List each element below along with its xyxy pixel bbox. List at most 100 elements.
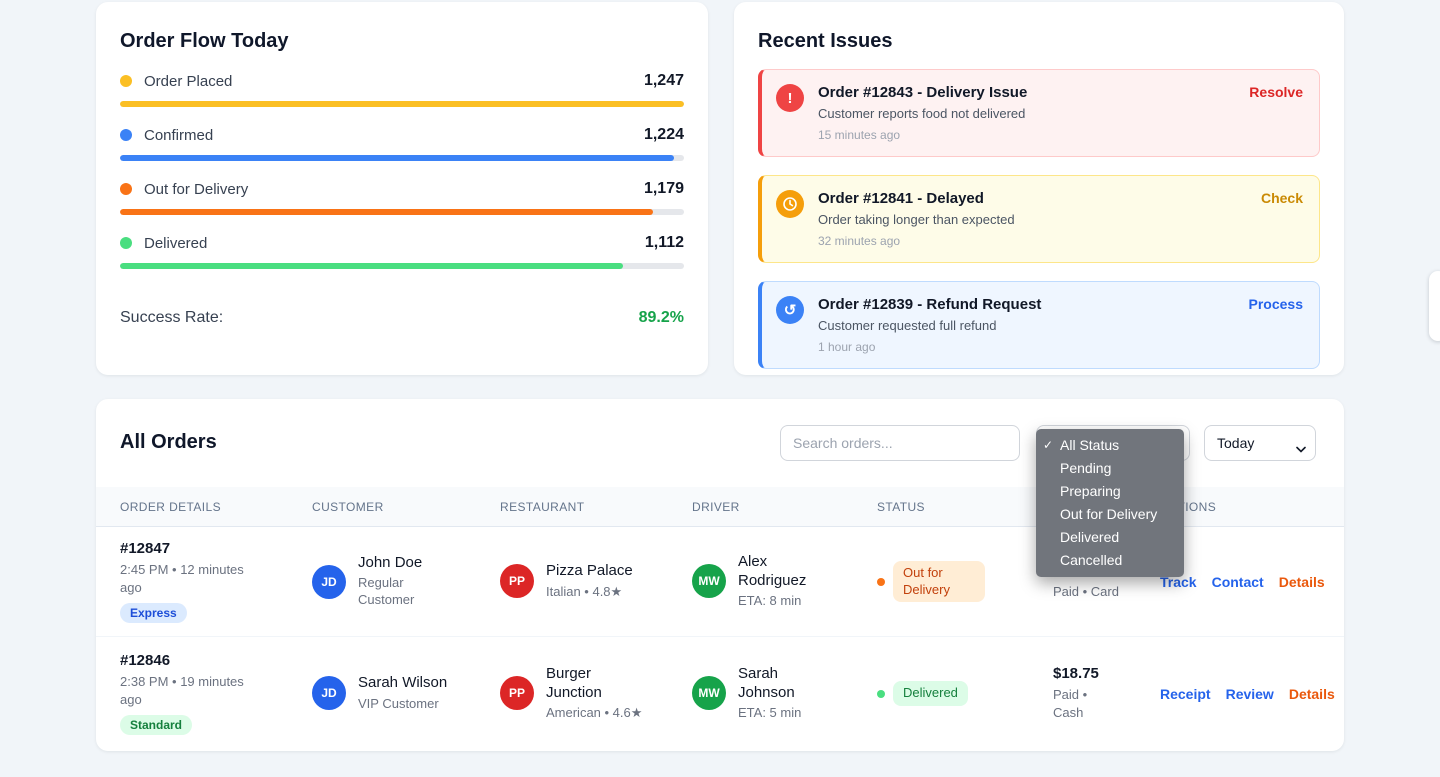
order-flow-title: Order Flow Today xyxy=(120,30,684,53)
status-dropdown-menu: ✓ All Status Pending Preparing Out for D… xyxy=(1036,429,1184,577)
order-flow-list: Order Placed 1,247 Confirmed 1,224 Out f… xyxy=(120,72,684,269)
progress-track xyxy=(120,101,684,107)
progress-fill xyxy=(120,263,623,269)
issue-delayed: Order #12841 - Delayed Order taking long… xyxy=(758,175,1320,263)
order-placed-dot-icon xyxy=(120,75,132,87)
progress-fill xyxy=(120,101,684,107)
flow-item-confirmed: Confirmed 1,224 xyxy=(120,126,684,161)
table-row: #12846 2:38 PM • 19 minutes ago Standard… xyxy=(96,637,1344,750)
issue-delivery-issue: ! Order #12843 - Delivery Issue Customer… xyxy=(758,69,1320,157)
recent-issues-card: Recent Issues ! Order #12843 - Delivery … xyxy=(734,2,1344,375)
customer-name: John Doe xyxy=(358,554,448,573)
alert-icon: ! xyxy=(776,84,804,112)
details-button[interactable]: Details xyxy=(1289,686,1335,702)
column-header-restaurant: RESTAURANT xyxy=(500,500,692,514)
driver-cell: MW Sarah Johnson ETA: 5 min xyxy=(692,665,877,722)
restaurant-meta: Italian • 4.8★ xyxy=(546,584,646,601)
order-id: #12846 xyxy=(120,652,312,669)
review-button[interactable]: Review xyxy=(1226,686,1274,702)
order-total: $18.75 xyxy=(1053,665,1160,682)
confirmed-dot-icon xyxy=(120,129,132,141)
dropdown-option-label: Delivered xyxy=(1060,529,1119,545)
status-badge: Out for Delivery xyxy=(893,561,985,602)
total-cell: $18.75 Paid • Cash xyxy=(1053,665,1160,721)
flow-value: 1,112 xyxy=(645,234,684,252)
issue-description: Customer reports food not delivered xyxy=(818,106,1229,121)
recent-issues-title: Recent Issues xyxy=(758,30,1320,53)
status-cell: Out for Delivery xyxy=(877,561,1053,602)
date-filter-select[interactable]: Today xyxy=(1204,425,1316,461)
dropdown-option-label: Out for Delivery xyxy=(1060,506,1157,522)
payment-method: Paid • Card xyxy=(1053,583,1160,601)
out-for-delivery-dot-icon xyxy=(120,183,132,195)
search-input[interactable] xyxy=(780,425,1020,461)
column-header-actions: ACTIONS xyxy=(1160,500,1320,514)
date-filter-value: Today xyxy=(1217,435,1254,451)
dropdown-option-label: Preparing xyxy=(1060,483,1121,499)
status-dot-icon xyxy=(877,578,885,586)
driver-name: Sarah Johnson xyxy=(738,665,830,703)
actions-cell: Receipt Review Details xyxy=(1160,686,1335,702)
flow-value: 1,247 xyxy=(644,72,684,90)
flow-label: Order Placed xyxy=(144,73,232,90)
clock-icon xyxy=(776,190,804,218)
flow-item-order-placed: Order Placed 1,247 xyxy=(120,72,684,107)
status-cell: Delivered xyxy=(877,681,1053,705)
dropdown-option-all-status[interactable]: ✓ All Status xyxy=(1036,434,1184,457)
order-flow-card: Order Flow Today Order Placed 1,247 Conf… xyxy=(96,2,708,375)
driver-name: Alex Rodriguez xyxy=(738,553,830,591)
checkmark-icon: ✓ xyxy=(1043,434,1053,457)
restaurant-avatar: PP xyxy=(500,676,534,710)
issue-time: 15 minutes ago xyxy=(818,128,1229,142)
restaurant-name: Pizza Palace xyxy=(546,562,646,581)
details-button[interactable]: Details xyxy=(1279,574,1325,590)
actions-cell: Track Contact Details xyxy=(1160,574,1325,590)
dropdown-option-delivered[interactable]: Delivered xyxy=(1036,526,1184,549)
refund-icon: ↺ xyxy=(776,296,804,324)
contact-button[interactable]: Contact xyxy=(1212,574,1264,590)
progress-track xyxy=(120,209,684,215)
flow-label: Out for Delivery xyxy=(144,181,248,198)
success-rate-value: 89.2% xyxy=(639,309,684,327)
dropdown-option-preparing[interactable]: Preparing xyxy=(1036,480,1184,503)
dropdown-option-label: Cancelled xyxy=(1060,552,1122,568)
driver-eta: ETA: 5 min xyxy=(738,705,830,722)
receipt-button[interactable]: Receipt xyxy=(1160,686,1211,702)
status-dot-icon xyxy=(877,690,885,698)
restaurant-meta: American • 4.6★ xyxy=(546,705,646,722)
dropdown-option-pending[interactable]: Pending xyxy=(1036,457,1184,480)
dropdown-option-cancelled[interactable]: Cancelled xyxy=(1036,549,1184,572)
priority-badge: Standard xyxy=(120,715,192,735)
issue-title: Order #12843 - Delivery Issue xyxy=(818,84,1229,101)
scroll-indicator[interactable] xyxy=(1429,271,1440,341)
customer-cell: JD Sarah Wilson VIP Customer xyxy=(312,674,500,713)
chevron-down-icon xyxy=(1296,440,1306,456)
all-orders-title: All Orders xyxy=(120,431,217,454)
customer-avatar: JD xyxy=(312,676,346,710)
check-button[interactable]: Check xyxy=(1261,190,1303,206)
issue-title: Order #12839 - Refund Request xyxy=(818,296,1229,313)
order-time: 2:38 PM • 19 minutes ago xyxy=(120,673,252,708)
issue-title: Order #12841 - Delayed xyxy=(818,190,1229,207)
order-id: #12847 xyxy=(120,540,312,557)
progress-track xyxy=(120,263,684,269)
customer-cell: JD John Doe Regular Customer xyxy=(312,554,500,610)
restaurant-cell: PP Pizza Palace Italian • 4.8★ xyxy=(500,562,692,601)
dropdown-option-label: All Status xyxy=(1060,437,1119,453)
driver-cell: MW Alex Rodriguez ETA: 8 min xyxy=(692,553,877,610)
restaurant-avatar: PP xyxy=(500,564,534,598)
flow-value: 1,179 xyxy=(644,180,684,198)
dropdown-option-out-for-delivery[interactable]: Out for Delivery xyxy=(1036,503,1184,526)
process-button[interactable]: Process xyxy=(1249,296,1303,312)
issue-time: 1 hour ago xyxy=(818,340,1229,354)
flow-value: 1,224 xyxy=(644,126,684,144)
customer-name: Sarah Wilson xyxy=(358,674,448,693)
flow-label: Confirmed xyxy=(144,127,213,144)
column-header-customer: CUSTOMER xyxy=(312,500,500,514)
status-badge: Delivered xyxy=(893,681,968,705)
progress-fill xyxy=(120,209,653,215)
driver-avatar: MW xyxy=(692,564,726,598)
issue-description: Customer requested full refund xyxy=(818,318,1229,333)
resolve-button[interactable]: Resolve xyxy=(1249,84,1303,100)
restaurant-name: Burger Junction xyxy=(546,665,646,703)
